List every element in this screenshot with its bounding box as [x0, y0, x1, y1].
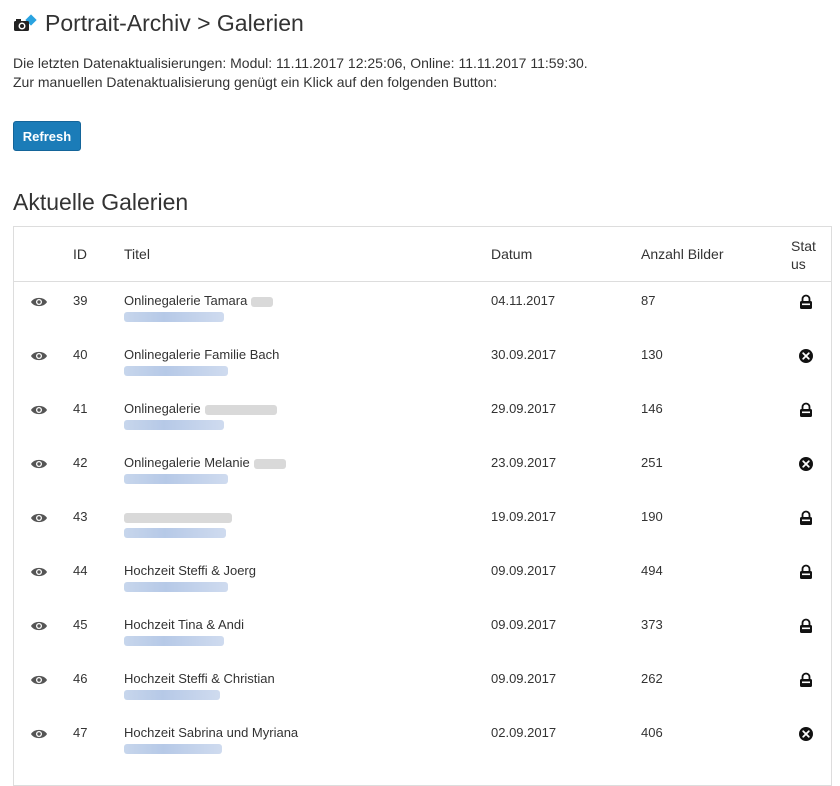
row-title[interactable]: Hochzeit Tina & Andi: [124, 617, 244, 632]
row-title-text: Hochzeit Sabrina und Myriana: [124, 725, 299, 740]
redacted-text: [253, 458, 286, 469]
lock-icon[interactable]: [798, 564, 814, 580]
row-count: 373: [641, 617, 663, 632]
row-count: 87: [641, 293, 656, 308]
column-header-status: Stat us: [791, 238, 816, 272]
eye-icon[interactable]: [30, 512, 48, 524]
row-id: 42: [73, 455, 88, 470]
redacted-link: [124, 744, 222, 754]
row-title[interactable]: Onlinegalerie Familie Bach: [124, 347, 279, 362]
row-count: 262: [641, 671, 663, 686]
row-id: 47: [73, 725, 88, 740]
column-header-id: ID: [73, 246, 87, 262]
row-title-text: Hochzeit Steffi & Christian: [124, 671, 275, 686]
row-date: 19.09.2017: [491, 509, 557, 524]
row-id: 40: [73, 347, 88, 362]
eye-icon[interactable]: [30, 458, 48, 470]
lock-icon[interactable]: [798, 294, 814, 310]
lock-icon[interactable]: [798, 510, 814, 526]
table-row: 46 Hochzeit Steffi & Christian 09.09.2017 2…: [14, 660, 831, 714]
redacted-text: [251, 296, 274, 307]
redacted-link: [124, 420, 224, 430]
row-id: 39: [73, 293, 88, 308]
row-title[interactable]: Hochzeit Sabrina und Myriana: [124, 725, 298, 740]
row-date: 30.09.2017: [491, 347, 557, 362]
table-row: 41 Onlinegalerie 29.09.2017 146: [14, 390, 831, 444]
row-date: 29.09.2017: [491, 401, 557, 416]
row-title-text: Onlinegalerie Familie Bach: [124, 347, 280, 362]
eye-icon[interactable]: [30, 350, 48, 362]
lock-icon[interactable]: [798, 402, 814, 418]
lock-icon[interactable]: [798, 672, 814, 688]
row-count: 146: [641, 401, 663, 416]
eye-icon[interactable]: [30, 674, 48, 686]
row-date: 04.11.2017: [491, 293, 556, 308]
column-header-title: Titel: [124, 246, 150, 262]
row-count: 130: [641, 347, 663, 362]
row-date: 09.09.2017: [491, 671, 557, 686]
section-title: Aktuelle Galerien: [13, 189, 189, 215]
close-circle-icon[interactable]: [798, 348, 814, 364]
row-id: 44: [73, 563, 88, 578]
refresh-button[interactable]: Refresh: [13, 121, 81, 151]
row-id: 43: [73, 509, 88, 524]
redacted-link: [124, 474, 228, 484]
page-title: Portrait-Archiv > Galerien: [45, 10, 304, 36]
eye-icon[interactable]: [30, 620, 48, 632]
row-id: 41: [73, 401, 88, 416]
row-date: 02.09.2017: [491, 725, 557, 740]
row-title-text: Onlinegalerie Melanie: [124, 455, 250, 470]
row-title-text: Hochzeit Steffi & Joerg: [124, 563, 256, 578]
eye-icon[interactable]: [30, 404, 48, 416]
page-header: Portrait-Archiv > Galerien: [13, 10, 304, 37]
redacted-link: [124, 636, 224, 646]
page: Portrait-Archiv > Galerien Die letzten D…: [0, 0, 840, 786]
table-row: 39 Onlinegalerie Tamara 04.11.2017 87: [14, 282, 831, 336]
row-id: 46: [73, 671, 88, 686]
update-info-line2: Zur manuellen Datenaktualisierung genügt…: [13, 74, 498, 90]
row-title-text: Onlinegalerie Tamara: [124, 293, 248, 308]
redacted-text: [204, 404, 277, 415]
update-info: Die letzten Datenaktualisierungen: Modul…: [13, 54, 588, 92]
column-header-count: Anzahl Bilder: [641, 246, 724, 262]
row-date: 23.09.2017: [491, 455, 557, 470]
close-circle-icon[interactable]: [798, 726, 814, 742]
galleries-table: ID Titel Datum Anzahl Bilder Stat us 39 O…: [13, 226, 832, 786]
row-date: 09.09.2017: [491, 617, 557, 632]
row-title[interactable]: Onlinegalerie Melanie: [124, 455, 286, 470]
row-count: 494: [641, 563, 663, 578]
table-row: 44 Hochzeit Steffi & Joerg 09.09.2017 494: [14, 552, 831, 606]
row-count: 190: [641, 509, 663, 524]
update-info-line1: Die letzten Datenaktualisierungen: Modul…: [13, 55, 588, 71]
row-title[interactable]: [124, 509, 232, 524]
row-date: 09.09.2017: [491, 563, 557, 578]
eye-icon[interactable]: [30, 728, 48, 740]
row-count: 251: [641, 455, 663, 470]
eye-icon[interactable]: [30, 566, 48, 578]
table-row: 43 19.09.2017 190: [14, 498, 831, 552]
camera-logo-icon: [14, 13, 37, 31]
redacted-link: [124, 312, 224, 322]
redacted-link: [124, 690, 220, 700]
eye-icon[interactable]: [30, 296, 48, 308]
redacted-text: [124, 512, 232, 523]
row-id: 45: [73, 617, 88, 632]
column-header-date: Datum: [491, 246, 533, 262]
close-circle-icon[interactable]: [798, 456, 814, 472]
row-title-text: Hochzeit Tina & Andi: [124, 617, 244, 632]
row-title[interactable]: Onlinegalerie: [124, 401, 277, 416]
lock-icon[interactable]: [798, 618, 814, 634]
row-title[interactable]: Hochzeit Steffi & Christian: [124, 671, 275, 686]
table-row: 42 Onlinegalerie Melanie 23.09.2017 251: [14, 444, 831, 498]
row-title[interactable]: Hochzeit Steffi & Joerg: [124, 563, 256, 578]
row-title[interactable]: Onlinegalerie Tamara: [124, 293, 274, 308]
redacted-link: [124, 582, 228, 592]
redacted-link: [124, 366, 228, 376]
redacted-link: [124, 528, 226, 538]
table-row: 47 Hochzeit Sabrina und Myriana 02.09.2017…: [14, 714, 831, 768]
row-count: 406: [641, 725, 663, 740]
table-row: 40 Onlinegalerie Familie Bach 30.09.2017 13…: [14, 336, 831, 390]
table-row: 45 Hochzeit Tina & Andi 09.09.2017 373: [14, 606, 831, 660]
row-title-text: Onlinegalerie: [124, 401, 201, 416]
